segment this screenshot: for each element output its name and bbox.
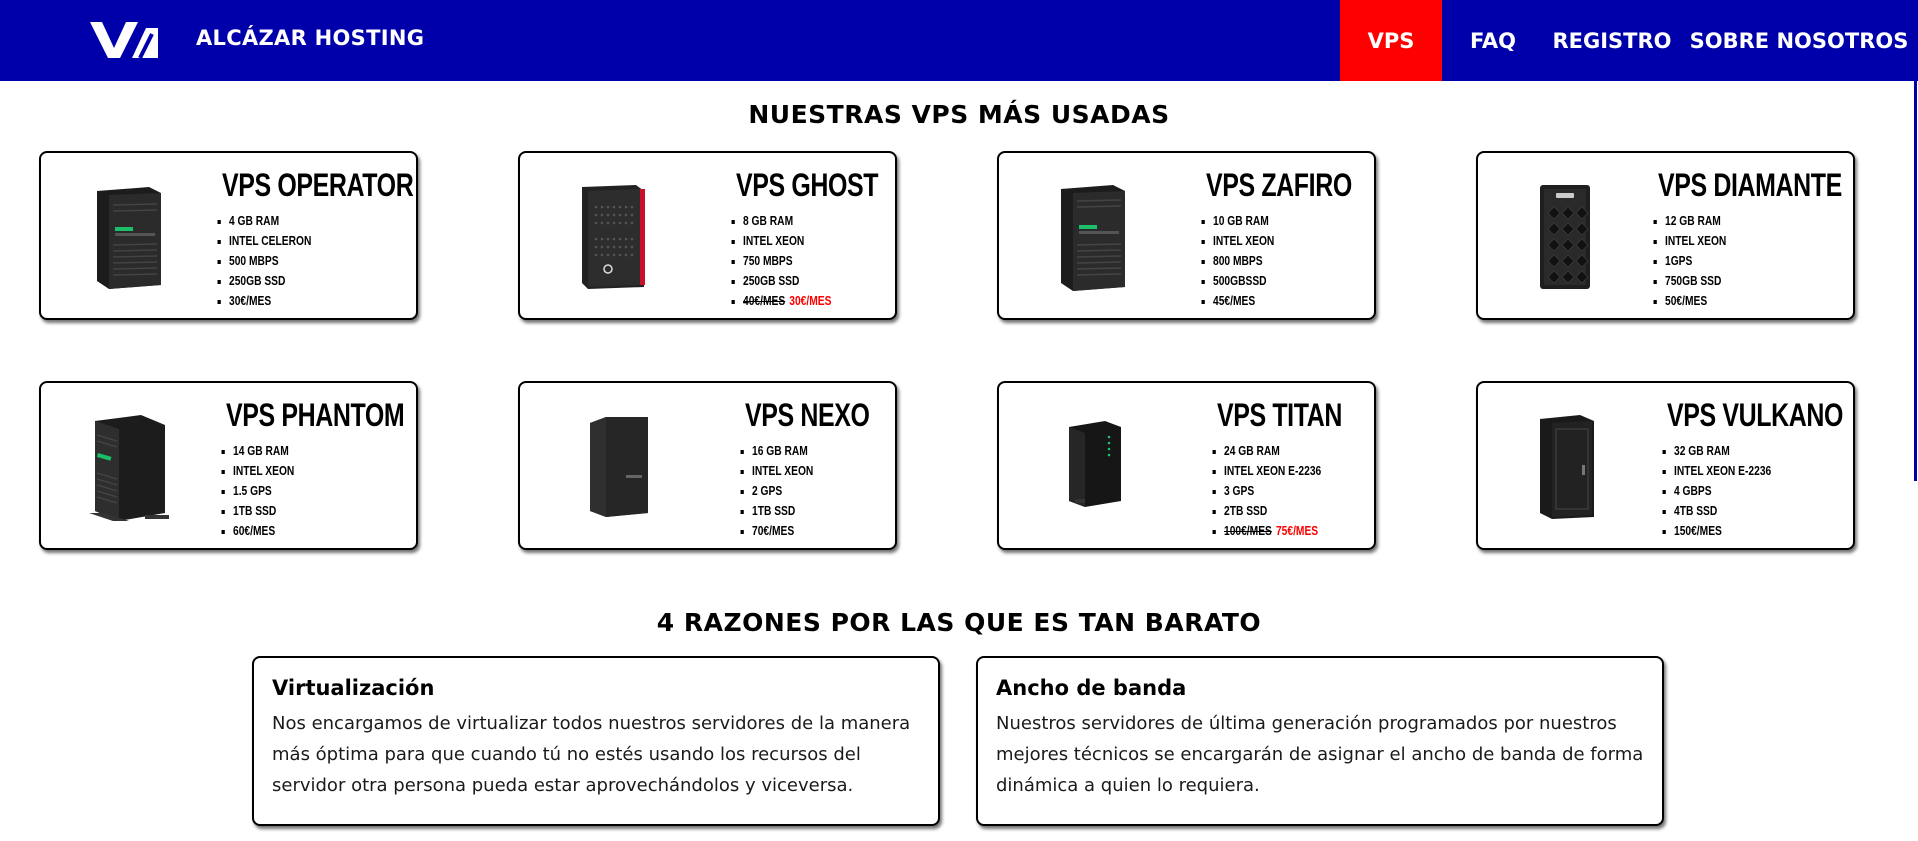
- spec-bandwidth: 4 GBPS: [1674, 481, 1771, 501]
- spec-cpu: INTEL CELERON: [229, 231, 311, 251]
- spec-price: 40€/MES30€/MES: [743, 291, 831, 311]
- spec-ram: 4 GB RAM: [229, 211, 311, 231]
- vps-card-phantom[interactable]: VPS PHANTOM 14 GB RAM INTEL XEON 1.5 GPS…: [39, 381, 418, 550]
- vps-name: VPS GHOST: [736, 167, 879, 203]
- scrollbar[interactable]: [1914, 81, 1917, 481]
- vps-card-nexo[interactable]: VPS NEXO 16 GB RAM INTEL XEON 2 GPS 1TB …: [518, 381, 897, 550]
- vps-name: VPS DIAMANTE: [1658, 167, 1842, 203]
- reason-title: Virtualización: [272, 676, 435, 700]
- discount-price: 75€/MES: [1275, 524, 1319, 538]
- spec-list: 8 GB RAM INTEL XEON 750 MBPS 250GB SSD 4…: [725, 211, 851, 311]
- nas-server-icon: [1069, 421, 1121, 507]
- spec-bandwidth: 800 MBPS: [1213, 251, 1274, 271]
- spec-list: 14 GB RAM INTEL XEON 1.5 GPS 1TB SSD 60€…: [215, 441, 308, 541]
- reason-title: Ancho de banda: [996, 676, 1187, 700]
- main-nav: VPS FAQ REGISTRO SOBRE NOSOTROS: [1340, 0, 1918, 81]
- spec-storage: 4TB SSD: [1674, 501, 1771, 521]
- reason-text: Nos encargamos de virtualizar todos nues…: [272, 713, 911, 796]
- spec-price: 100€/MES75€/MES: [1224, 521, 1321, 541]
- spec-ram: 10 GB RAM: [1213, 211, 1274, 231]
- spec-cpu: INTEL XEON: [233, 461, 294, 481]
- vps-name: VPS VULKANO: [1667, 397, 1843, 433]
- nav-item-registro[interactable]: REGISTRO: [1544, 0, 1680, 81]
- spec-ram: 12 GB RAM: [1665, 211, 1726, 231]
- spec-ram: 8 GB RAM: [743, 211, 831, 231]
- spec-price: 30€/MES: [229, 291, 311, 311]
- spec-bandwidth: 750 MBPS: [743, 251, 831, 271]
- tower-server-icon: [590, 417, 648, 517]
- spec-storage: 750GB SSD: [1665, 271, 1726, 291]
- spec-bandwidth: 1.5 GPS: [233, 481, 294, 501]
- top-navigation-bar: ALCÁZAR HOSTING VPS FAQ REGISTRO SOBRE N…: [0, 0, 1918, 81]
- nav-item-faq[interactable]: FAQ: [1442, 0, 1544, 81]
- spec-cpu: INTEL XEON: [1213, 231, 1274, 251]
- discount-price: 30€/MES: [789, 294, 832, 308]
- vps-name: VPS NEXO: [745, 397, 870, 433]
- spec-ram: 16 GB RAM: [752, 441, 813, 461]
- tower-server-red-icon: [582, 185, 645, 289]
- vps-card-zafiro[interactable]: VPS ZAFIRO 10 GB RAM INTEL XEON 800 MBPS…: [997, 151, 1376, 320]
- spec-list: 10 GB RAM INTEL XEON 800 MBPS 500GBSSD 4…: [1195, 211, 1288, 311]
- reason-card-virtualizacion: Virtualización Nos encargamos de virtual…: [252, 656, 940, 826]
- spec-cpu: INTEL XEON: [1665, 231, 1726, 251]
- vps-name: VPS OPERATOR: [222, 167, 414, 203]
- large-tower-server-icon: [89, 415, 169, 521]
- spec-storage: 250GB SSD: [229, 271, 311, 291]
- spec-list: 16 GB RAM INTEL XEON 2 GPS 1TB SSD 70€/M…: [734, 441, 827, 541]
- spec-storage: 1TB SSD: [233, 501, 294, 521]
- brand-name[interactable]: ALCÁZAR HOSTING: [196, 26, 424, 50]
- spec-price: 60€/MES: [233, 521, 294, 541]
- spec-storage: 250GB SSD: [743, 271, 831, 291]
- vps-card-titan[interactable]: VPS TITAN 24 GB RAM INTEL XEON E-2236 3 …: [997, 381, 1376, 550]
- vps-name: VPS PHANTOM: [226, 397, 405, 433]
- spec-price: 150€/MES: [1674, 521, 1771, 541]
- reason-text: Nuestros servidores de última generación…: [996, 713, 1644, 796]
- spec-bandwidth: 500 MBPS: [229, 251, 311, 271]
- spec-list: 4 GB RAM INTEL CELERON 500 MBPS 250GB SS…: [211, 211, 329, 311]
- spec-cpu: INTEL XEON E-2236: [1674, 461, 1771, 481]
- tower-server-icon: [97, 187, 161, 289]
- spec-list: 12 GB RAM INTEL XEON 1GPS 750GB SSD 50€/…: [1647, 211, 1740, 311]
- rack-cabinet-icon: [1540, 415, 1594, 519]
- vps-card-diamante[interactable]: VPS DIAMANTE 12 GB RAM INTEL XEON 1GPS 7…: [1476, 151, 1855, 320]
- vps-section-title: NUESTRAS VPS MÁS USADAS: [748, 100, 1170, 129]
- spec-list: 32 GB RAM INTEL XEON E-2236 4 GBPS 4TB S…: [1656, 441, 1793, 541]
- vps-name: VPS TITAN: [1217, 397, 1342, 433]
- spec-bandwidth: 2 GPS: [752, 481, 813, 501]
- vps-name: VPS ZAFIRO: [1206, 167, 1352, 203]
- vps-card-vulkano[interactable]: VPS VULKANO 32 GB RAM INTEL XEON E-2236 …: [1476, 381, 1855, 550]
- spec-price: 70€/MES: [752, 521, 813, 541]
- spec-ram: 24 GB RAM: [1224, 441, 1321, 461]
- spec-ram: 14 GB RAM: [233, 441, 294, 461]
- spec-cpu: INTEL XEON: [752, 461, 813, 481]
- old-price: 40€/MES: [743, 294, 786, 308]
- spec-bandwidth: 3 GPS: [1224, 481, 1321, 501]
- old-price: 100€/MES: [1224, 524, 1272, 538]
- spec-cpu: INTEL XEON E-2236: [1224, 461, 1321, 481]
- logo-icon[interactable]: [88, 18, 160, 62]
- tower-server-dell-icon: [1540, 185, 1590, 289]
- reasons-section-title: 4 RAZONES POR LAS QUE ES TAN BARATO: [656, 608, 1262, 637]
- spec-bandwidth: 1GPS: [1665, 251, 1726, 271]
- spec-storage: 1TB SSD: [752, 501, 813, 521]
- vps-card-operator[interactable]: VPS OPERATOR 4 GB RAM INTEL CELERON 500 …: [39, 151, 418, 320]
- vps-card-ghost[interactable]: VPS GHOST 8 GB RAM INTEL XEON 750 MBPS 2…: [518, 151, 897, 320]
- nav-item-vps[interactable]: VPS: [1340, 0, 1442, 81]
- spec-storage: 2TB SSD: [1224, 501, 1321, 521]
- spec-cpu: INTEL XEON: [743, 231, 831, 251]
- spec-storage: 500GBSSD: [1213, 271, 1274, 291]
- spec-price: 50€/MES: [1665, 291, 1726, 311]
- nav-item-sobre-nosotros[interactable]: SOBRE NOSOTROS: [1680, 0, 1918, 81]
- tower-server-icon: [1061, 185, 1125, 291]
- spec-ram: 32 GB RAM: [1674, 441, 1771, 461]
- spec-list: 24 GB RAM INTEL XEON E-2236 3 GPS 2TB SS…: [1206, 441, 1343, 541]
- reason-card-ancho-de-banda: Ancho de banda Nuestros servidores de úl…: [976, 656, 1664, 826]
- spec-price: 45€/MES: [1213, 291, 1274, 311]
